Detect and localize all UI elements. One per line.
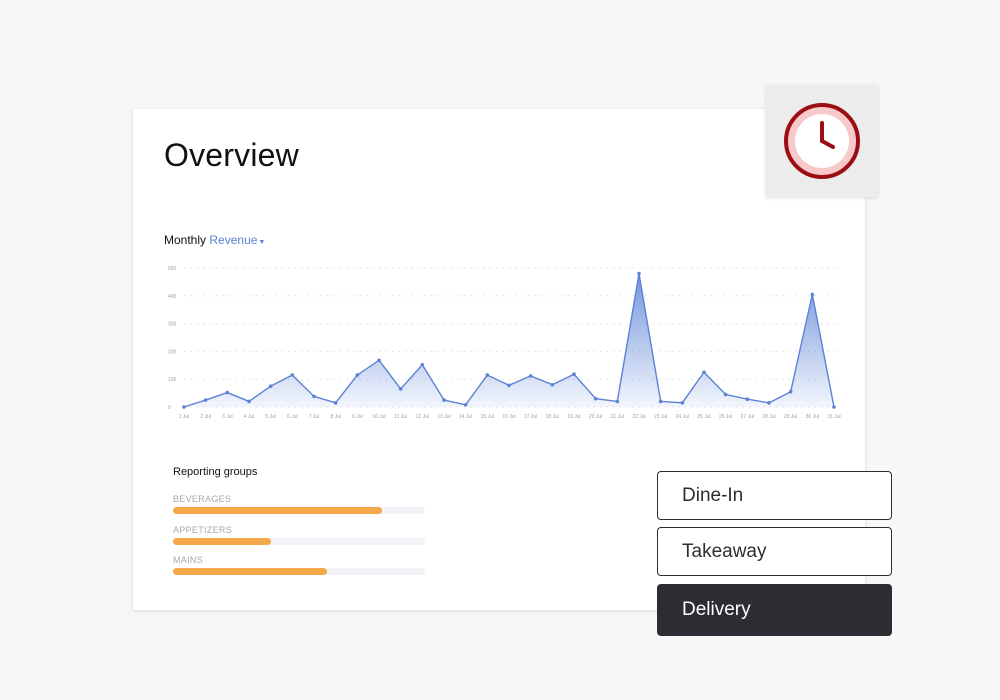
x-tick-label: 5 Jul <box>265 414 276 420</box>
data-point[interactable] <box>290 373 295 377</box>
data-point[interactable] <box>398 387 403 391</box>
group-bar-track <box>173 568 425 575</box>
x-tick-label: 2 Jul <box>200 414 211 420</box>
x-tick-label: 13 Jul <box>437 414 450 420</box>
data-point[interactable] <box>572 372 576 376</box>
data-point[interactable] <box>637 271 641 276</box>
data-point[interactable] <box>680 401 685 405</box>
group-bar-fill <box>173 538 272 545</box>
x-tick-label: 3 Jul <box>222 414 233 420</box>
group-bar-track <box>173 507 425 514</box>
reporting-group-mains: MAINS <box>173 555 425 575</box>
group-bar-fill <box>173 507 383 514</box>
x-tick-label: 4 Jul <box>244 414 255 420</box>
x-tick-label: 16 Jul <box>502 414 515 420</box>
y-tick-label: 300 <box>168 322 177 328</box>
x-tick-label: 21 Jul <box>611 414 624 420</box>
x-tick-label: 28 Jul <box>762 414 775 420</box>
x-tick-label: 10 Jul <box>372 414 385 420</box>
clock-icon <box>784 103 860 179</box>
data-point[interactable] <box>247 399 251 404</box>
x-tick-label: 19 Jul <box>567 414 580 420</box>
x-tick-label: 15 Jul <box>481 414 494 420</box>
chart-heading-prefix: Monthly <box>164 233 207 247</box>
chart-heading: Monthly Revenue▼ <box>164 233 265 247</box>
group-bar-fill <box>173 568 327 575</box>
page-title: Overview <box>164 137 299 173</box>
data-point[interactable] <box>377 358 381 363</box>
data-point[interactable] <box>507 383 511 388</box>
x-tick-label: 31 Jul <box>827 414 840 420</box>
data-point[interactable] <box>593 396 598 401</box>
data-point[interactable] <box>745 397 750 402</box>
data-point[interactable] <box>702 370 706 375</box>
x-tick-label: 9 Jul <box>352 414 363 420</box>
data-point[interactable] <box>203 398 208 402</box>
x-tick-label: 25 Jul <box>697 414 710 420</box>
data-point[interactable] <box>810 292 815 297</box>
x-tick-label: 7 Jul <box>309 414 320 420</box>
x-tick-label: 22 Jul <box>632 414 645 420</box>
data-point[interactable] <box>767 401 771 405</box>
data-point[interactable] <box>312 394 316 399</box>
data-point[interactable] <box>463 402 468 407</box>
x-tick-label: 29 Jul <box>784 414 797 420</box>
dine-in-button[interactable]: Dine-In <box>657 471 892 520</box>
y-tick-label: 500 <box>168 266 177 272</box>
y-tick-label: 100 <box>168 377 177 383</box>
x-tick-label: 12 Jul <box>416 414 429 420</box>
x-tick-label: 6 Jul <box>287 414 298 420</box>
x-tick-label: 17 Jul <box>524 414 537 420</box>
y-tick-label: 200 <box>168 349 177 355</box>
metric-selector[interactable]: Revenue▼ <box>209 233 265 247</box>
data-point[interactable] <box>723 392 728 397</box>
data-point[interactable] <box>333 401 338 405</box>
x-tick-label: 8 Jul <box>330 414 341 420</box>
data-point[interactable] <box>788 389 793 394</box>
group-label: BEVERAGES <box>173 494 232 504</box>
group-bar-track <box>173 538 425 545</box>
takeaway-button[interactable]: Takeaway <box>657 527 892 576</box>
reporting-groups-title: Reporting groups <box>173 466 258 478</box>
x-tick-label: 24 Jul <box>676 414 689 420</box>
takeaway-label: Takeaway <box>682 540 767 562</box>
x-tick-label: 20 Jul <box>589 414 602 420</box>
reporting-group-appetizers: APPETIZERS <box>173 525 425 545</box>
clock-badge <box>766 85 878 197</box>
x-tick-label: 30 Jul <box>806 414 819 420</box>
data-point[interactable] <box>420 362 425 367</box>
reporting-group-beverages: BEVERAGES <box>173 494 425 514</box>
data-point[interactable] <box>442 398 446 402</box>
x-tick-label: 27 Jul <box>741 414 754 420</box>
data-point[interactable] <box>550 382 555 387</box>
data-point[interactable] <box>615 399 620 404</box>
x-tick-label: 1 Jul <box>179 414 190 420</box>
delivery-label: Delivery <box>682 599 751 620</box>
x-tick-label: 14 Jul <box>459 414 472 420</box>
metric-selector-label: Revenue <box>209 233 258 247</box>
data-point[interactable] <box>225 390 230 395</box>
data-point[interactable] <box>182 405 186 409</box>
data-point[interactable] <box>268 384 273 388</box>
dine-in-label: Dine-In <box>682 484 744 506</box>
data-point[interactable] <box>832 405 836 409</box>
x-tick-label: 26 Jul <box>719 414 732 420</box>
data-point[interactable] <box>485 373 490 377</box>
data-point[interactable] <box>528 374 533 378</box>
delivery-button[interactable]: Delivery <box>657 584 892 636</box>
group-label: MAINS <box>173 555 204 565</box>
y-tick-label: 0 <box>168 405 171 411</box>
x-tick-label: 23 Jul <box>654 414 667 420</box>
data-point[interactable] <box>658 399 663 404</box>
x-tick-label: 18 Jul <box>546 414 559 420</box>
x-tick-label: 11 Jul <box>394 414 407 420</box>
caret-down-icon[interactable]: ▼ <box>258 239 265 246</box>
y-tick-label: 400 <box>168 294 177 300</box>
data-point[interactable] <box>355 373 360 377</box>
revenue-chart: 0 100 200 300 400 500 1 Jul 2 Jul 3 Jul 4 Jul 5 Ju… <box>168 266 841 420</box>
group-label: APPETIZERS <box>173 525 233 535</box>
